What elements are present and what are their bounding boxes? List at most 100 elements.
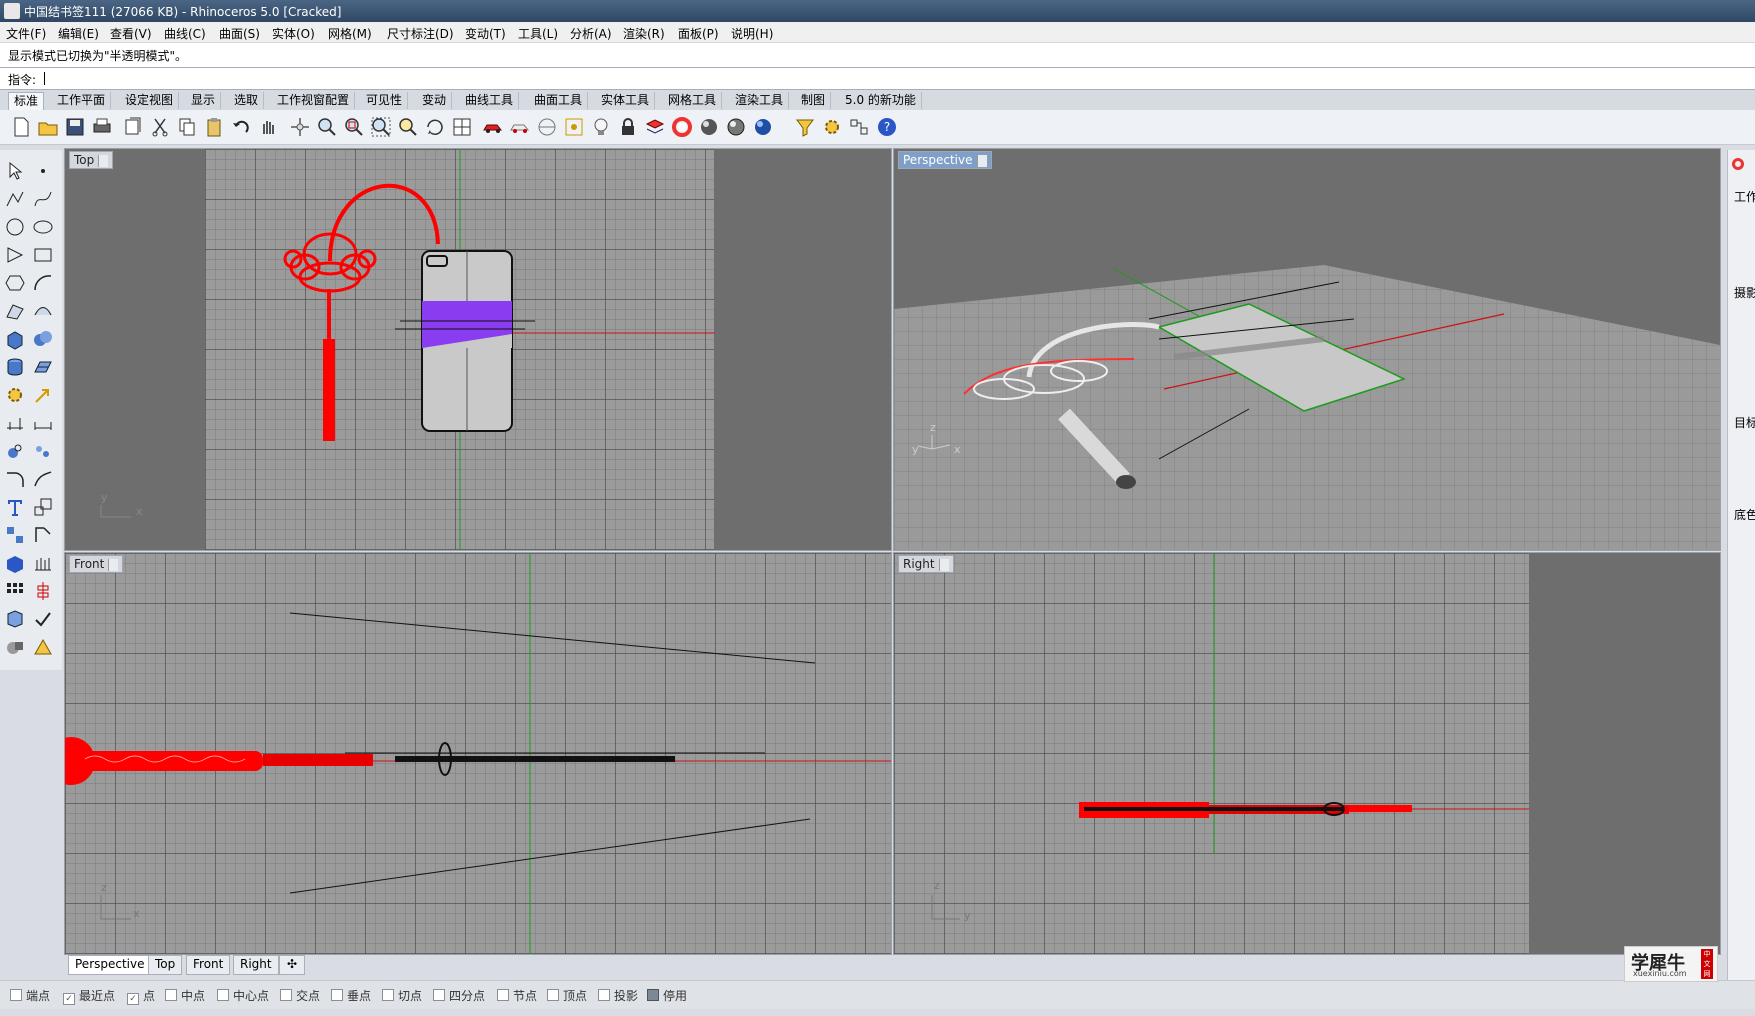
color-wheel-icon[interactable] <box>671 116 693 138</box>
rotate-view-icon[interactable] <box>424 116 446 138</box>
viewport-front[interactable]: z x Front <box>64 552 892 955</box>
osnap-intersection[interactable]: 交点 <box>280 987 320 1004</box>
loft-icon[interactable] <box>32 300 54 322</box>
tab-display[interactable]: 显示 <box>186 92 222 109</box>
checkbox[interactable] <box>382 989 394 1001</box>
render-tool-icon[interactable] <box>32 636 54 658</box>
color-wheel-icon[interactable] <box>1732 158 1744 170</box>
tab-drafting[interactable]: 制图 <box>796 92 832 109</box>
scale-icon[interactable] <box>32 496 54 518</box>
copy-icon[interactable] <box>176 116 198 138</box>
tab-cplanes[interactable]: 工作平面 <box>52 92 112 109</box>
polygon-icon[interactable] <box>4 244 26 266</box>
cplane-icon[interactable] <box>536 116 558 138</box>
cylinder-icon[interactable] <box>4 356 26 378</box>
menu-mesh[interactable]: 网格(M) <box>328 25 372 42</box>
fillet-icon[interactable] <box>4 468 26 490</box>
check-icon[interactable] <box>32 608 54 630</box>
viewport-perspective[interactable]: z y x Perspective <box>893 148 1721 551</box>
tab-curve-tools[interactable]: 曲线工具 <box>460 92 520 109</box>
checkbox[interactable] <box>497 989 509 1001</box>
checkbox[interactable] <box>331 989 343 1001</box>
menu-edit[interactable]: 编辑(E) <box>58 25 99 42</box>
point-icon[interactable] <box>32 160 54 182</box>
analyze-icon[interactable] <box>4 636 26 658</box>
tab-standard[interactable]: 标准 <box>8 92 45 110</box>
menu-panels[interactable]: 面板(P) <box>678 25 719 42</box>
osnap-end[interactable]: 端点 <box>10 987 50 1004</box>
add-viewport-tab-icon[interactable]: ✣ <box>279 955 305 975</box>
filter-icon[interactable] <box>794 116 816 138</box>
menu-render[interactable]: 渲染(R) <box>623 25 665 42</box>
menu-curve[interactable]: 曲线(C) <box>164 25 206 42</box>
checkbox-checked[interactable]: ✓ <box>127 993 139 1005</box>
cut-icon[interactable] <box>149 116 171 138</box>
chevron-down-icon[interactable] <box>938 558 949 571</box>
solid-box-icon[interactable] <box>4 552 26 574</box>
zoom-icon[interactable] <box>316 116 338 138</box>
osnap-point[interactable]: ✓ 点 <box>127 987 155 1005</box>
arc-icon[interactable] <box>32 272 54 294</box>
snap-point-icon[interactable] <box>563 116 585 138</box>
box-icon[interactable] <box>4 328 26 350</box>
cage-edit-icon[interactable] <box>4 608 26 630</box>
zoom-window-icon[interactable] <box>343 116 365 138</box>
osnap-perp[interactable]: 垂点 <box>331 987 371 1004</box>
osnap-quad[interactable]: 四分点 <box>433 987 485 1004</box>
viewport-right[interactable]: z y Right <box>893 552 1721 955</box>
chevron-down-icon[interactable] <box>976 154 987 167</box>
array-icon[interactable] <box>4 524 26 546</box>
osnap-center[interactable]: 中心点 <box>217 987 269 1004</box>
curve-icon[interactable] <box>32 188 54 210</box>
distribute-icon[interactable] <box>32 552 54 574</box>
material-sphere-icon[interactable] <box>725 116 747 138</box>
tab-select[interactable]: 选取 <box>229 92 265 109</box>
linear-dimension-icon[interactable] <box>32 412 54 434</box>
viewport-title-top[interactable]: Top <box>69 151 114 169</box>
checkbox[interactable] <box>280 989 292 1001</box>
tab-mesh-tools[interactable]: 网格工具 <box>663 92 723 109</box>
environment-sphere-icon[interactable] <box>752 116 774 138</box>
tab-visibility[interactable]: 可见性 <box>361 92 409 109</box>
blend-icon[interactable] <box>32 468 54 490</box>
checkbox-checked[interactable]: ✓ <box>63 993 75 1005</box>
chevron-down-icon[interactable] <box>108 558 119 571</box>
checkbox[interactable] <box>598 989 610 1001</box>
pan-hand-icon[interactable] <box>257 116 279 138</box>
extrude-icon[interactable] <box>4 440 26 462</box>
select-arrow-icon[interactable] <box>4 160 26 182</box>
open-folder-icon[interactable] <box>37 116 59 138</box>
polyline-icon[interactable] <box>4 188 26 210</box>
options-gear-icon[interactable] <box>821 116 843 138</box>
menu-dimension[interactable]: 尺寸标注(D) <box>387 25 454 42</box>
undo-icon[interactable] <box>230 116 252 138</box>
menu-surface[interactable]: 曲面(S) <box>219 25 260 42</box>
checkbox[interactable] <box>165 989 177 1001</box>
menu-tools[interactable]: 工具(L) <box>518 25 558 42</box>
car-render-icon[interactable] <box>482 116 504 138</box>
rectangle-icon[interactable] <box>32 244 54 266</box>
tab-render-tools[interactable]: 渲染工具 <box>730 92 790 109</box>
mesh-icon[interactable] <box>32 356 54 378</box>
viewport-title-front[interactable]: Front <box>69 555 124 573</box>
menu-analyze[interactable]: 分析(A) <box>570 25 612 42</box>
tab-transform[interactable]: 变动 <box>417 92 453 109</box>
import-icon[interactable] <box>122 116 144 138</box>
print-icon[interactable] <box>91 116 113 138</box>
checkbox[interactable] <box>433 989 445 1001</box>
vptab-right[interactable]: Right <box>233 955 279 975</box>
circle-icon[interactable] <box>4 216 26 238</box>
light-direction-icon[interactable] <box>32 384 54 406</box>
checkbox[interactable] <box>10 989 22 1001</box>
osnap-vertex[interactable]: 顶点 <box>547 987 587 1004</box>
osnap-project[interactable]: 投影 <box>598 987 638 1004</box>
new-file-icon[interactable] <box>10 116 32 138</box>
boolean-union-icon[interactable] <box>32 328 54 350</box>
checkbox[interactable] <box>647 989 659 1001</box>
osnap-tangent[interactable]: 切点 <box>382 987 422 1004</box>
vptab-top[interactable]: Top <box>148 955 183 975</box>
menu-file[interactable]: 文件(F) <box>6 25 46 42</box>
dimension-icon[interactable] <box>4 412 26 434</box>
tab-viewport-layout[interactable]: 工作视窗配置 <box>272 92 356 109</box>
menu-help[interactable]: 说明(H) <box>731 25 773 42</box>
